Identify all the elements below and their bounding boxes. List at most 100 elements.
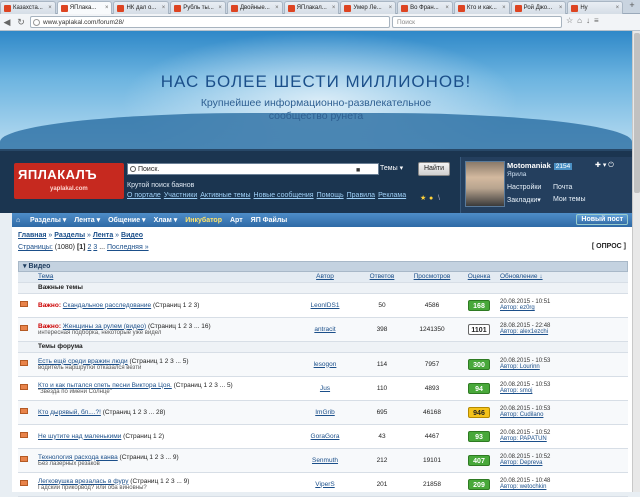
user-menu-icon[interactable]: ▾ <box>603 162 607 169</box>
page-3-link[interactable]: 3 <box>93 244 97 251</box>
close-icon[interactable]: × <box>443 5 449 11</box>
flag-icon[interactable]: ● <box>429 195 436 202</box>
browser-tab[interactable]: Казахста... × <box>0 1 56 14</box>
topic-pages[interactable]: (Страниц 1 2 3 ... 9) <box>120 454 179 461</box>
breadcrumb-item[interactable]: Видео <box>121 232 143 239</box>
topic-title-link[interactable]: Кто и как пытался спеть песни Виктора Цо… <box>38 382 172 389</box>
topic-pages[interactable]: (Страниц 1 2 3 ... 9) <box>130 478 189 485</box>
topic-title-link[interactable]: Скандальное расследование <box>63 302 151 309</box>
avatar[interactable] <box>465 161 505 207</box>
browser-tab[interactable]: Кто и как... × <box>453 1 510 14</box>
last-author-link[interactable]: Автор: ez0rg <box>500 305 535 311</box>
page-last-link[interactable]: Последняя » <box>107 244 149 251</box>
last-author-link[interactable]: Автор: Cudilano <box>500 412 543 418</box>
breadcrumb-item[interactable]: Разделы <box>54 232 85 239</box>
menu-item[interactable]: Хлам ▾ <box>154 216 178 224</box>
my-topics-link[interactable]: Мои темы <box>553 196 586 203</box>
column-views[interactable]: Просмотров <box>404 272 460 283</box>
browser-tab[interactable]: Рубль ты... × <box>170 1 226 14</box>
browser-tab[interactable]: Ну × <box>567 1 624 14</box>
download-icon[interactable]: ↓ <box>586 16 590 25</box>
last-author-link[interactable]: Автор: smoj <box>500 388 532 394</box>
close-icon[interactable]: × <box>46 5 52 11</box>
bookmarks-link[interactable]: Закладки▾ <box>507 196 541 204</box>
header-link[interactable]: Активные темы <box>200 192 250 199</box>
close-icon[interactable]: × <box>160 5 166 11</box>
close-icon[interactable]: × <box>103 5 109 11</box>
new-post-button[interactable]: Новый пост <box>576 214 628 225</box>
browser-tab[interactable]: Умер Ле... × <box>340 1 397 14</box>
close-icon[interactable]: × <box>387 5 393 11</box>
poll-link[interactable]: [ ОПРОС ] <box>592 243 626 250</box>
topic-pages[interactable]: (Страниц 1 2 3 ... 5) <box>129 358 188 365</box>
topic-title-link[interactable]: Не шутите над маленькими <box>38 433 121 440</box>
menu-item[interactable]: Разделы ▾ <box>30 216 66 224</box>
username[interactable]: Motomaniak 2154 <box>507 161 573 170</box>
table-row[interactable]: Есть ещё среди вражин люди (Страниц 1 2 … <box>18 352 628 377</box>
header-link[interactable]: Помощь <box>317 192 344 199</box>
reload-icon[interactable]: ↻ <box>14 16 28 28</box>
table-row[interactable]: Легковушка врезалась в фуру (Страниц 1 2… <box>18 472 628 497</box>
topic-author[interactable]: lesogon <box>290 352 360 377</box>
scrollbar-thumb[interactable] <box>634 33 640 193</box>
table-row[interactable]: Не шутите над маленькими (Страниц 1 2) Go… <box>18 424 628 449</box>
search-scope-select[interactable]: Темы ▾ <box>380 163 414 175</box>
topic-author[interactable]: Jus <box>290 376 360 401</box>
topic-author[interactable]: LeonIDS1 <box>290 293 360 318</box>
browser-tab[interactable]: ЯПлакал... × <box>283 1 340 14</box>
close-icon[interactable]: × <box>216 5 222 11</box>
rss-icon[interactable]: \ <box>438 195 445 202</box>
scrollbar[interactable] <box>632 31 640 492</box>
close-icon[interactable]: × <box>330 5 336 11</box>
topic-author[interactable]: ViperS <box>290 472 360 497</box>
table-row[interactable]: Кто дырявый, бл....?! (Страниц 1 2 3 ...… <box>18 400 628 425</box>
table-row[interactable]: Важно: Скандальное расследование (Страни… <box>18 293 628 318</box>
table-row[interactable]: Важно: Женщины за рулем (видео) (Страниц… <box>18 317 628 342</box>
breadcrumb-item[interactable]: Главная <box>18 232 46 239</box>
settings-link[interactable]: Настройки <box>507 184 541 191</box>
topic-title-link[interactable]: Есть ещё среди вражин люди <box>38 358 128 365</box>
search-button[interactable]: Найти <box>418 162 450 176</box>
table-row[interactable]: Технология расхода канва (Страниц 1 2 3 … <box>18 448 628 473</box>
topic-title-link[interactable]: Кто дырявый, бл....?! <box>38 409 101 416</box>
browser-tab[interactable]: НК дал о... × <box>113 1 170 14</box>
column-author[interactable]: Автор <box>290 272 360 283</box>
mail-link[interactable]: Почта <box>553 184 572 191</box>
browser-tab[interactable]: Рой Джо... × <box>510 1 567 14</box>
table-row[interactable]: Кто и как пытался спеть песни Виктора Цо… <box>18 376 628 401</box>
menu-item[interactable]: Лента ▾ <box>74 216 100 224</box>
column-topic[interactable]: Тема <box>36 272 290 283</box>
menu-item[interactable]: Общение ▾ <box>108 216 145 224</box>
camera-icon[interactable]: ■ <box>356 165 360 176</box>
menu-item[interactable]: Арт <box>230 217 243 224</box>
topic-author[interactable]: ImGrib <box>290 400 360 425</box>
address-bar[interactable]: www.yaplakal.com/forum28/ <box>30 16 390 28</box>
close-icon[interactable]: × <box>273 5 279 11</box>
topic-author[interactable]: Senmuth <box>290 448 360 473</box>
header-link[interactable]: Участники <box>164 192 197 199</box>
topic-pages[interactable]: (Страниц 1 2 3 ... 16) <box>148 323 211 330</box>
close-icon[interactable]: × <box>614 5 620 11</box>
menu-item[interactable]: ЯП Файлы <box>251 217 288 224</box>
menu-item[interactable]: Инкубатор <box>185 217 222 224</box>
topic-pages[interactable]: (Страниц 1 2 3) <box>153 302 199 309</box>
header-link[interactable]: Новые сообщения <box>254 192 314 199</box>
topic-author[interactable]: antracit <box>290 317 360 342</box>
home-icon[interactable]: ⌂ <box>16 217 26 224</box>
star-icon[interactable]: ☆ <box>566 16 573 25</box>
topic-title-link[interactable]: Женщины за рулем (видео) <box>63 323 146 330</box>
home-icon[interactable]: ⌂ <box>577 16 582 25</box>
star-icon[interactable]: ★ <box>420 195 427 202</box>
last-author-link[interactable]: Автор: Depreva <box>500 460 542 466</box>
menu-icon[interactable]: ≡ <box>594 16 599 25</box>
topic-author[interactable]: GoraGora <box>290 424 360 449</box>
header-link[interactable]: О портале <box>127 192 161 199</box>
topic-title-link[interactable]: Легковушка врезалась в фуру <box>38 478 128 485</box>
browser-tab[interactable]: ЯПлака... × <box>56 1 113 14</box>
back-icon[interactable]: ◀ <box>0 16 14 28</box>
topic-pages[interactable]: (Страниц 1 2 3 ... 28) <box>103 409 166 416</box>
last-author-link[interactable]: Автор: PAPATUN <box>500 436 547 442</box>
column-replies[interactable]: Ответов <box>360 272 404 283</box>
last-author-link[interactable]: Автор: wetochkin <box>500 484 546 490</box>
topic-title-link[interactable]: Технология расхода канва <box>38 454 118 461</box>
